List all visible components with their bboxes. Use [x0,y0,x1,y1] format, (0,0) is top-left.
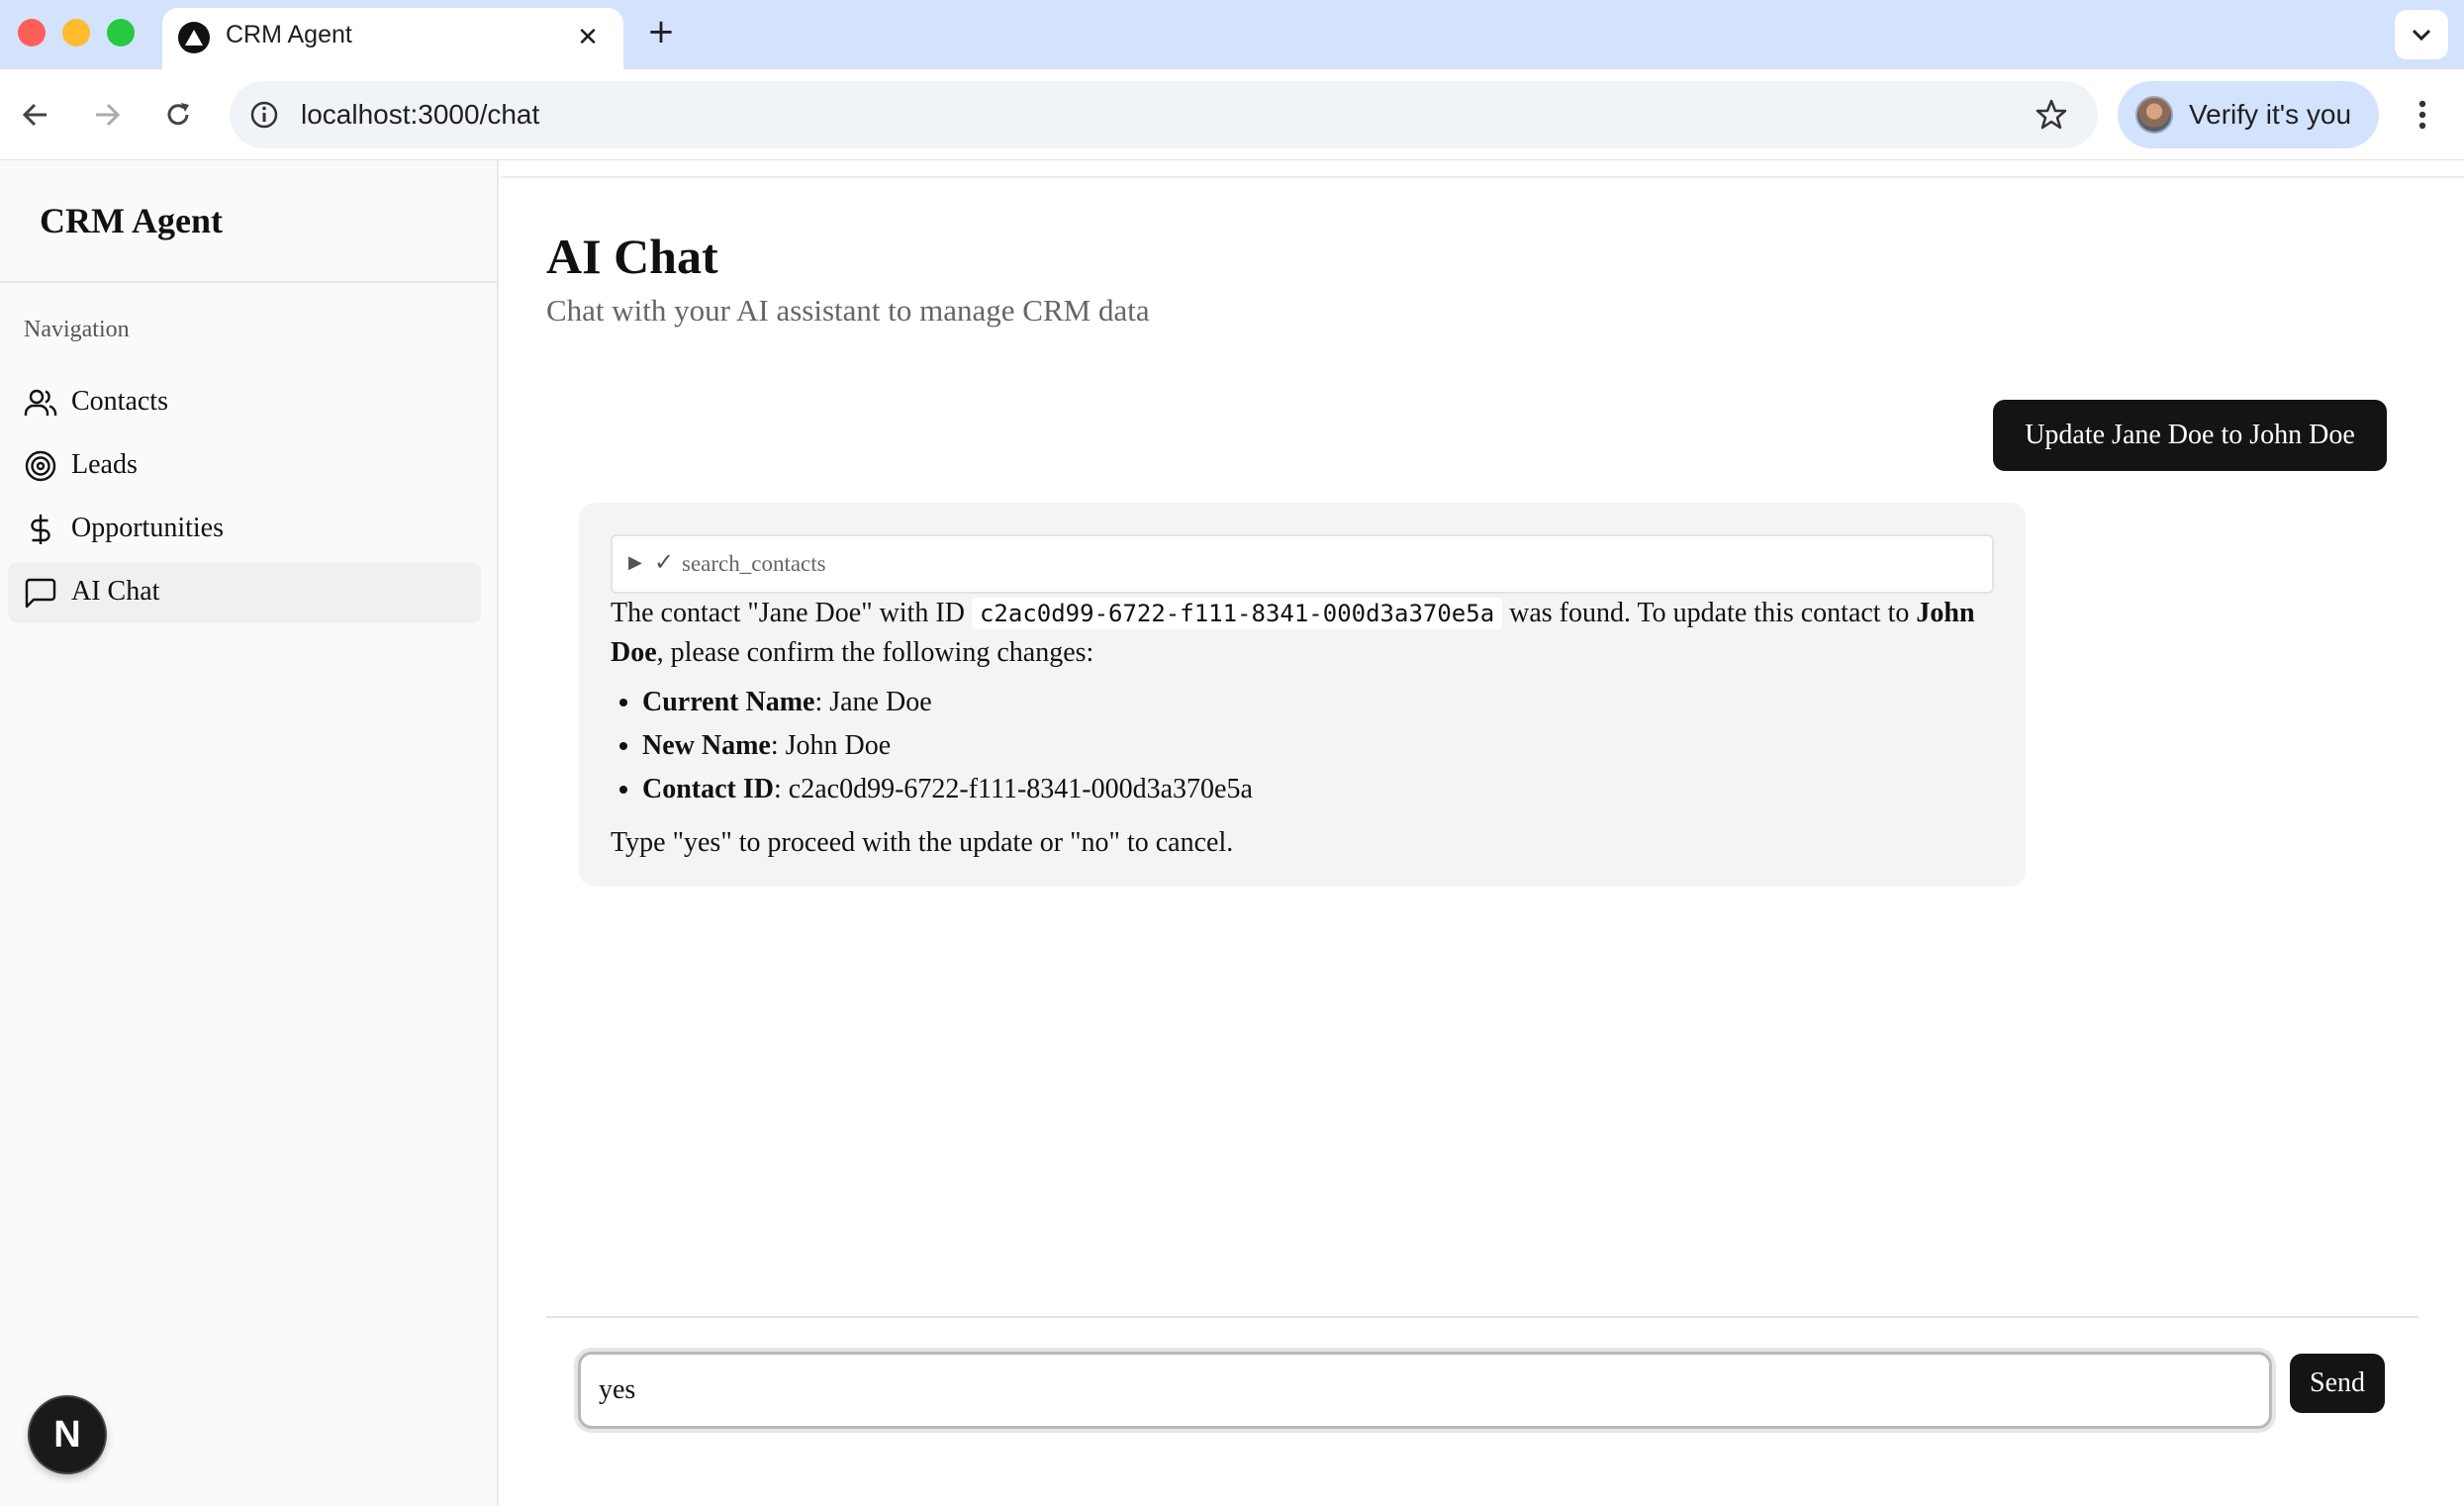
sidebar-header: CRM Agent [0,160,497,283]
back-icon[interactable] [14,93,57,137]
assistant-message-bubble: ▶ ✓ search_contacts The contact "Jane Do… [579,503,2026,887]
tab-close-icon[interactable]: ✕ [570,20,606,55]
chat-input[interactable] [578,1352,2272,1429]
site-info-icon[interactable] [247,98,281,132]
send-button[interactable]: Send [2290,1354,2385,1413]
assistant-footer: Type "yes" to proceed with the update or… [611,827,1234,858]
expand-triangle-icon: ▶ [628,552,642,573]
sidebar-item-label: Leads [71,449,138,480]
app-title: CRM Agent [40,201,223,240]
list-item-value: : Jane Doe [814,687,932,717]
message-square-icon [25,578,56,609]
assistant-paragraph: The contact "Jane Doe" with ID c2ac0d99-… [611,594,2006,673]
page-subtitle: Chat with your AI assistant to manage CR… [546,293,1150,328]
list-item-label: Current Name [642,687,815,717]
nextjs-dev-badge[interactable]: N [30,1397,105,1472]
sidebar-item-label: Opportunities [71,513,224,543]
contact-id-code: c2ac0d99-6722-f111-8341-000d3a370e5a [971,598,1503,629]
browser-tab[interactable]: CRM Agent ✕ [162,8,623,69]
list-item: New Name: John Doe [642,724,1929,768]
nav-group-label: Navigation [24,317,130,342]
user-message-bubble: Update Jane Doe to John Doe [1993,400,2387,471]
list-item-value: : John Doe [770,730,892,761]
list-item-label: Contact ID [642,774,774,804]
profile-label: Verify it's you [2189,99,2352,130]
url-text[interactable]: localhost:3000/chat [301,99,539,131]
page-title: AI Chat [546,229,718,284]
sidebar-item-label: Contacts [71,386,168,417]
chevron-down-icon [2412,29,2431,42]
sidebar-item-ai-chat[interactable]: AI Chat [8,562,481,623]
tool-status-check: ✓ [654,548,675,576]
address-bar[interactable]: localhost:3000/chat [230,81,2098,148]
users-icon [24,389,57,416]
new-tab-icon[interactable]: + [641,12,681,51]
forward-icon[interactable] [85,93,129,137]
profile-button[interactable]: Verify it's you [2118,81,2379,148]
sidebar-item-label: AI Chat [71,576,160,607]
sidebar-item-leads[interactable]: Leads [8,435,481,497]
para-text: The contact "Jane Doe" with ID [611,598,965,628]
target-icon [25,450,56,482]
changes-list: Current Name: Jane Doe New Name: John Do… [642,681,1929,811]
sidebar-item-contacts[interactable]: Contacts [8,372,481,433]
tab-title: CRM Agent [226,21,352,48]
favicon-icon [178,22,210,53]
dollar-icon [31,515,50,544]
tool-call-disclosure[interactable]: ▶ ✓ search_contacts [611,534,1994,594]
close-window-button[interactable] [18,19,46,47]
sidebar-item-opportunities[interactable]: Opportunities [8,499,481,560]
browser-toolbar: localhost:3000/chat Verify it's you [0,69,2464,160]
tab-search-button[interactable] [2395,10,2448,59]
more-menu-icon[interactable] [2405,93,2440,137]
browser-tab-bar: CRM Agent ✕ + [0,0,2464,69]
maximize-window-button[interactable] [107,19,135,47]
composer-divider [546,1316,2418,1318]
list-item: Contact ID: c2ac0d99-6722-f111-8341-000d… [642,768,1929,811]
para-text: , please confirm the following changes: [656,637,1094,668]
avatar [2135,96,2173,134]
main-top-divider [501,176,2464,178]
para-text: was found. To update this contact to [1509,598,1910,628]
tool-name: search_contacts [682,551,826,576]
list-item-value: : c2ac0d99-6722-f111-8341-000d3a370e5a [774,774,1253,804]
minimize-window-button[interactable] [62,19,90,47]
list-item-label: New Name [642,730,771,761]
sidebar: CRM Agent Navigation Contacts Leads Oppo… [0,160,499,1506]
list-item: Current Name: Jane Doe [642,681,1929,724]
bookmark-star-icon[interactable] [2035,98,2068,132]
reload-icon[interactable] [156,93,200,137]
